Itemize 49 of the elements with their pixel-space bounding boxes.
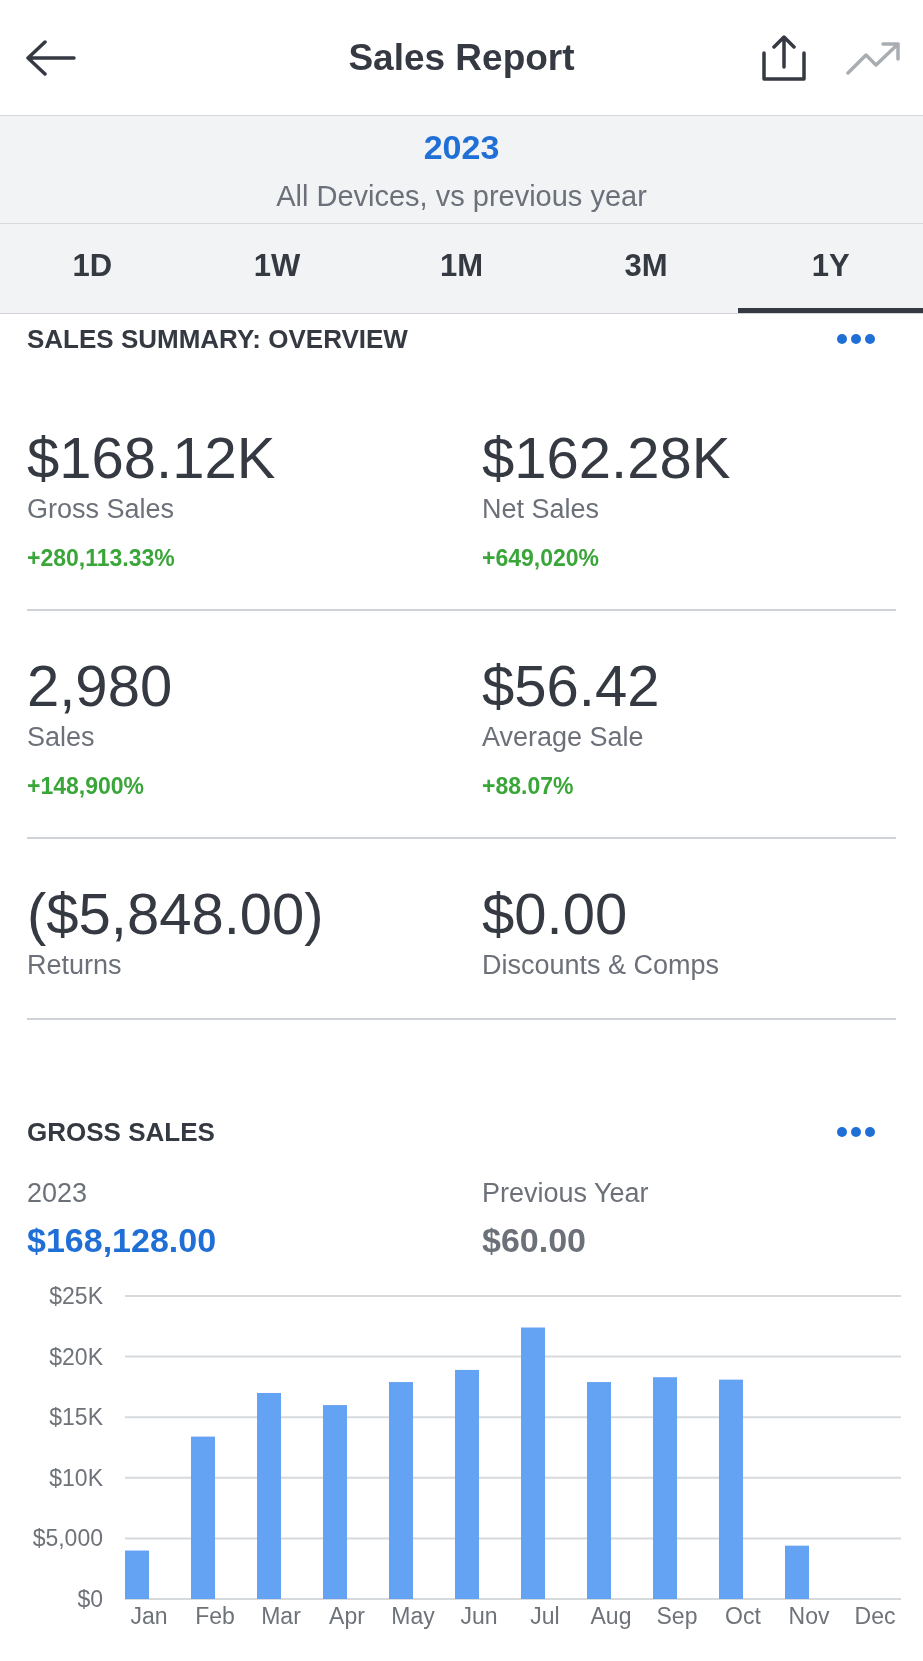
metric-label: Sales — [27, 722, 95, 752]
page-title: Sales Report — [348, 35, 575, 80]
more-options-icon[interactable] — [837, 334, 875, 344]
metric-label: Net Sales — [482, 494, 600, 524]
back-arrow-icon[interactable] — [26, 39, 76, 76]
y-axis-label: $20K — [49, 1343, 103, 1370]
current-total: $168,128.00 — [27, 1221, 217, 1259]
change-percent: +649,020% — [482, 545, 600, 571]
metric-label: Average Sale — [482, 722, 644, 752]
bar — [785, 1545, 809, 1599]
x-axis-label: Jan — [130, 1603, 168, 1629]
x-axis-label: Aug — [590, 1603, 632, 1629]
change-percent: +148,900% — [27, 773, 145, 799]
metric-label: Returns — [27, 950, 122, 980]
bar — [125, 1550, 149, 1599]
x-axis-label: Nov — [788, 1603, 830, 1629]
metric-value: $168.12K — [27, 428, 276, 488]
y-axis-label: $15K — [49, 1404, 103, 1431]
more-options-icon[interactable] — [837, 1127, 875, 1137]
y-axis-label: $25K — [49, 1283, 103, 1309]
share-icon[interactable] — [762, 34, 806, 81]
x-axis-label: Mar — [261, 1603, 301, 1629]
period-year[interactable]: 2023 — [423, 127, 500, 167]
x-axis-label: Jul — [530, 1603, 560, 1629]
metric-value: $0.00 — [482, 884, 628, 944]
metric-value: ($5,848.00) — [27, 884, 324, 944]
x-axis-label: Dec — [854, 1603, 896, 1629]
metric-label: Discounts & Comps — [482, 950, 720, 980]
previous-total: $60.00 — [482, 1221, 586, 1259]
y-axis-label: $0 — [77, 1586, 103, 1612]
metric-value: $56.42 — [482, 656, 660, 716]
x-axis-label: Jun — [460, 1603, 498, 1629]
change-percent: +88.07% — [482, 773, 574, 799]
metric-label: Gross Sales — [27, 494, 175, 524]
previous-period-label: Previous Year — [482, 1178, 649, 1208]
y-axis-label: $5,000 — [32, 1525, 103, 1552]
period-subtitle: All Devices, vs previous year — [276, 179, 647, 213]
metric-value: $162.28K — [482, 428, 731, 488]
x-axis-label: May — [391, 1603, 435, 1629]
current-period-label: 2023 — [27, 1178, 88, 1208]
x-axis-label: Oct — [725, 1603, 761, 1629]
x-axis-label: Apr — [329, 1603, 365, 1629]
change-percent: +280,113.33% — [27, 545, 175, 571]
section-heading: GROSS SALES — [27, 1117, 215, 1147]
x-axis-label: Feb — [195, 1603, 235, 1629]
y-axis-label: $10K — [49, 1464, 103, 1491]
section-heading: SALES SUMMARY: OVERVIEW — [27, 324, 408, 354]
x-axis-label: Sep — [656, 1603, 698, 1629]
metric-value: 2,980 — [27, 656, 173, 716]
